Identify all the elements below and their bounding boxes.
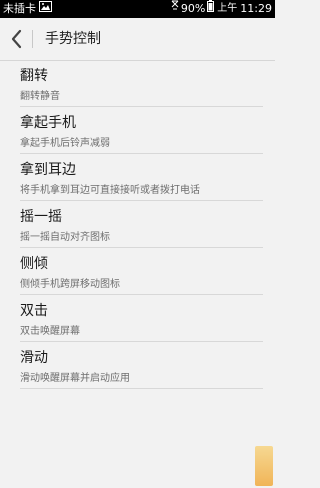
clock: 11:29 xyxy=(240,2,272,15)
item-subtitle: 双击唤醒屏幕 xyxy=(20,326,80,337)
picture-icon xyxy=(39,0,52,18)
list-item-shake[interactable]: 摇一摇 摇一摇自动对齐图标 xyxy=(20,201,263,248)
chevron-left-icon xyxy=(11,29,22,49)
status-left: 未插卡 xyxy=(3,0,52,18)
header-divider xyxy=(32,30,33,48)
header: 手势控制 xyxy=(0,18,275,61)
list-item-pickup[interactable]: 拿起手机 拿起手机后铃声减弱 xyxy=(20,107,263,154)
page-title: 手势控制 xyxy=(45,31,101,47)
status-bar: 未插卡 90% 上午 11:29 xyxy=(0,0,275,18)
settings-list: 翻转 翻转静音 拿起手机 拿起手机后铃声减弱 拿到耳边 将手机拿到耳边可直接接听… xyxy=(0,60,275,389)
carrier-label: 未插卡 xyxy=(3,2,36,15)
item-title: 滑动 xyxy=(20,350,48,366)
list-item-swipe[interactable]: 滑动 滑动唤醒屏幕并启动应用 xyxy=(20,342,263,389)
ampm-label: 上午 xyxy=(217,3,238,14)
item-title: 双击 xyxy=(20,303,48,319)
item-title: 翻转 xyxy=(20,68,48,84)
signal-off-icon xyxy=(171,0,179,18)
back-button[interactable] xyxy=(8,28,26,50)
item-subtitle: 拿起手机后铃声减弱 xyxy=(20,138,110,149)
item-subtitle: 侧倾手机跨屏移动图标 xyxy=(20,279,120,290)
item-subtitle: 滑动唤醒屏幕并启动应用 xyxy=(20,373,130,384)
battery-icon xyxy=(207,0,215,18)
item-title: 摇一摇 xyxy=(20,209,62,225)
list-item-flip[interactable]: 翻转 翻转静音 xyxy=(20,60,263,107)
list-item-to-ear[interactable]: 拿到耳边 将手机拿到耳边可直接接听或者拨打电话 xyxy=(20,154,263,201)
battery-percent: 90% xyxy=(180,2,206,15)
item-subtitle: 将手机拿到耳边可直接接听或者拨打电话 xyxy=(20,185,200,196)
list-item-double-tap[interactable]: 双击 双击唤醒屏幕 xyxy=(20,295,263,342)
item-title: 拿到耳边 xyxy=(20,162,76,178)
item-title: 拿起手机 xyxy=(20,115,76,131)
item-subtitle: 摇一摇自动对齐图标 xyxy=(20,232,110,243)
status-right: 90% 上午 11:29 xyxy=(171,0,272,18)
list-item-tilt[interactable]: 侧倾 侧倾手机跨屏移动图标 xyxy=(20,248,263,295)
item-subtitle: 翻转静音 xyxy=(20,91,60,102)
watermark xyxy=(255,446,273,486)
item-title: 侧倾 xyxy=(20,256,48,272)
